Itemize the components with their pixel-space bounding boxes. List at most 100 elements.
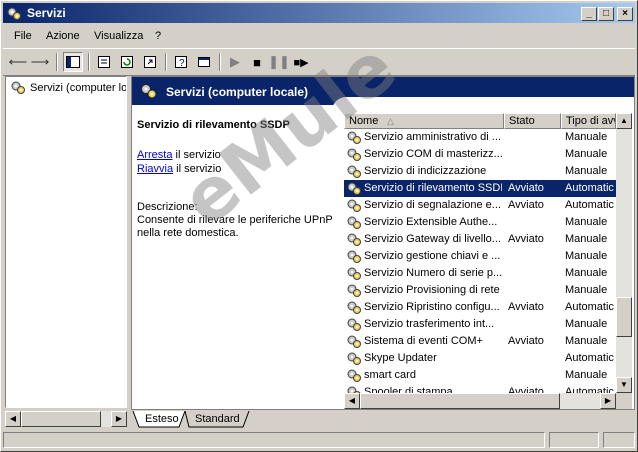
toolbar-separator xyxy=(88,53,90,71)
scroll-left-icon[interactable]: ◀ xyxy=(5,411,21,427)
tree-horizontal-scrollbar[interactable]: ◀ ▶ xyxy=(5,411,127,427)
export-list-icon[interactable] xyxy=(140,52,160,72)
tab-esteso[interactable]: Esteso xyxy=(137,411,187,428)
table-row[interactable]: Servizio Numero di serie p... Manuale xyxy=(344,265,616,282)
table-row[interactable]: Servizio di indicizzazione Manuale xyxy=(344,163,616,180)
stop-service-icon[interactable]: ■ xyxy=(247,52,267,72)
column-name-label: Nome xyxy=(349,115,379,127)
service-startup-cell: Manuale xyxy=(565,318,608,330)
service-startup-cell: Automatic xyxy=(565,301,614,313)
scroll-left-icon[interactable]: ◀ xyxy=(344,393,360,409)
table-row[interactable]: Sistema di eventi COM+ Avviato Manuale xyxy=(344,333,616,350)
pause-service-icon[interactable]: ❚❚ xyxy=(268,52,290,72)
service-name-cell: Skype Updater xyxy=(364,352,437,364)
table-row[interactable]: Servizio COM di masterizz... Manuale xyxy=(344,146,616,163)
service-gear-icon xyxy=(347,284,361,297)
table-row[interactable]: Servizio trasferimento int... Manuale xyxy=(344,316,616,333)
table-row[interactable]: smart card Manuale xyxy=(344,367,616,384)
table-row[interactable]: Servizio di rilevamento SSDP Avviato Autom… xyxy=(344,180,616,197)
service-name-cell: Servizio COM di masterizz... xyxy=(364,148,502,160)
service-gear-icon xyxy=(347,131,361,144)
start-service-icon[interactable]: ▶ xyxy=(225,52,245,72)
minimize-button[interactable]: _ xyxy=(581,7,597,21)
table-row[interactable]: Servizio gestione chiavi e ... Manuale xyxy=(344,248,616,265)
scroll-down-icon[interactable]: ▼ xyxy=(616,377,632,393)
scroll-right-icon[interactable]: ▶ xyxy=(600,393,616,409)
help-icon[interactable]: ? xyxy=(171,52,191,72)
list-vertical-scrollbar[interactable]: ▲ ▼ xyxy=(616,113,632,393)
service-gear-icon xyxy=(347,148,361,161)
table-row[interactable]: Skype Updater Automatic xyxy=(344,350,616,367)
menu-file[interactable]: File xyxy=(14,30,32,42)
column-header-startup[interactable]: Tipo di avv xyxy=(561,113,616,129)
services-rows: Servizio amministrativo di ... Manuale Ser… xyxy=(344,129,616,393)
console-icon[interactable] xyxy=(194,52,214,72)
status-panel-3 xyxy=(603,432,635,448)
service-startup-cell: Manuale xyxy=(565,148,608,160)
title-bar[interactable]: Servizi _ □ × xyxy=(3,3,635,23)
toolbar-separator xyxy=(56,53,58,71)
table-row[interactable]: Spooler di stampa Avviato Automatic xyxy=(344,384,616,393)
vertical-scroll-thumb[interactable] xyxy=(616,297,632,337)
services-list: Nome △ Stato Tipo di avv Servizio ammini… xyxy=(344,113,634,409)
pane-title: Servizi (computer locale) xyxy=(166,85,309,99)
tab-standard[interactable]: Standard xyxy=(187,411,248,428)
service-name-cell: Servizio gestione chiavi e ... xyxy=(364,250,501,262)
details-pane: Servizi (computer locale) Servizio di ri… xyxy=(131,76,635,410)
services-window: Servizi _ □ × File Azione Visualizza ? ⟵… xyxy=(0,0,638,452)
scroll-up-icon[interactable]: ▲ xyxy=(616,113,632,129)
service-gear-icon xyxy=(347,233,361,246)
view-tabs: Esteso Standard xyxy=(131,411,635,429)
tree-item-services[interactable]: Servizi (computer lo xyxy=(10,80,127,95)
service-gear-icon xyxy=(347,352,361,365)
service-gear-icon xyxy=(347,182,361,195)
service-name-cell: Servizio di rilevamento SSDP xyxy=(364,182,502,194)
stop-service-link[interactable]: Arresta xyxy=(137,149,172,161)
show-hide-tree-icon[interactable] xyxy=(63,52,83,72)
scroll-right-icon[interactable]: ▶ xyxy=(111,411,127,427)
column-header-status[interactable]: Stato xyxy=(504,113,561,129)
scroll-thumb[interactable] xyxy=(21,411,101,427)
service-name: Servizio di rilevamento SSDP xyxy=(137,119,290,131)
service-gear-icon xyxy=(347,318,361,331)
toolbar-separator xyxy=(165,53,167,71)
description-label: Descrizione: xyxy=(137,201,198,213)
service-status-cell: Avviato xyxy=(508,199,544,211)
maximize-button[interactable]: □ xyxy=(598,7,614,21)
menu-bar: File Azione Visualizza ? xyxy=(3,27,635,45)
table-row[interactable]: Servizio Provisioning di rete Manuale xyxy=(344,282,616,299)
menu-azione[interactable]: Azione xyxy=(46,30,80,42)
column-header-name[interactable]: Nome △ xyxy=(344,113,504,129)
close-button[interactable]: × xyxy=(617,7,633,21)
properties-icon[interactable] xyxy=(94,52,114,72)
description-line-1: Consente di rilevare le periferiche UPnP xyxy=(137,214,333,226)
service-name-cell: Servizio Ripristino configu... xyxy=(364,301,500,313)
table-row[interactable]: Servizio Extensible Authe... Manuale xyxy=(344,214,616,231)
menu-visualizza[interactable]: Visualizza xyxy=(94,30,143,42)
service-name-cell: Servizio Provisioning di rete xyxy=(364,284,500,296)
table-row[interactable]: Servizio di segnalazione e... Avviato Auto… xyxy=(344,197,616,214)
back-arrow-icon[interactable]: ⟵ xyxy=(8,52,28,72)
restart-service-link[interactable]: Riavvia xyxy=(137,163,173,175)
tree-item-label: Servizi (computer lo xyxy=(30,81,127,94)
horizontal-scroll-thumb[interactable] xyxy=(360,393,560,409)
service-gear-icon xyxy=(347,250,361,263)
restart-service-icon[interactable]: ■▶ xyxy=(291,52,311,72)
refresh-icon[interactable] xyxy=(117,52,137,72)
service-name-cell: Spooler di stampa xyxy=(364,386,453,393)
table-row[interactable]: Servizio Gateway di livello... Avviato Man… xyxy=(344,231,616,248)
forward-arrow-icon[interactable]: ⟶ xyxy=(30,52,50,72)
service-name-cell: Servizio di indicizzazione xyxy=(364,165,487,177)
service-gear-icon xyxy=(347,369,361,382)
list-horizontal-scrollbar[interactable]: ◀ ▶ xyxy=(344,393,616,409)
table-row[interactable]: Servizio amministrativo di ... Manuale xyxy=(344,129,616,146)
service-name-cell: Servizio amministrativo di ... xyxy=(364,131,501,143)
service-startup-cell: Automatic xyxy=(565,182,614,194)
service-description-panel: Servizio di rilevamento SSDP Arresta il … xyxy=(132,105,340,409)
service-name-cell: Servizio di segnalazione e... xyxy=(364,199,501,211)
service-startup-cell: Manuale xyxy=(565,250,608,262)
menu-help[interactable]: ? xyxy=(155,30,161,42)
service-status-cell: Avviato xyxy=(508,386,544,393)
table-row[interactable]: Servizio Ripristino configu... Avviato Aut… xyxy=(344,299,616,316)
services-gear-icon xyxy=(141,84,157,99)
